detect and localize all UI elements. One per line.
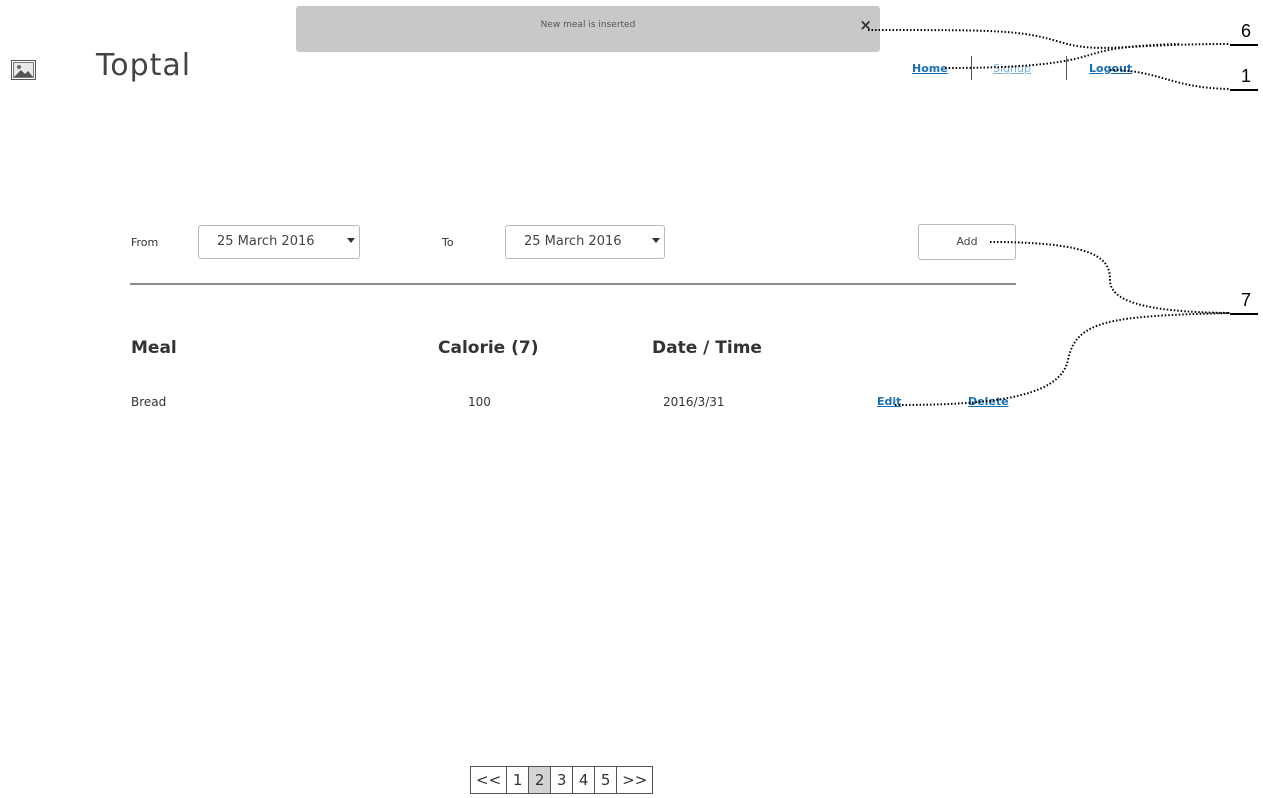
page-2[interactable]: 2 (529, 767, 552, 793)
callout-number: 7 (1241, 290, 1252, 310)
to-date-value: 25 March 2016 (524, 234, 622, 249)
callout-connector (867, 29, 1231, 49)
from-date-picker[interactable]: 25 March 2016 (198, 225, 360, 259)
callout-number: 1 (1241, 66, 1252, 86)
page-1[interactable]: 1 (507, 767, 530, 793)
callout-underline (1230, 89, 1258, 91)
page-5[interactable]: 5 (595, 767, 618, 793)
cell-meal: Bread (131, 395, 167, 409)
add-button[interactable]: Add (918, 224, 1016, 260)
to-label: To (442, 236, 454, 249)
annotation-overlay (867, 29, 1231, 406)
column-header-meal: Meal (131, 338, 177, 358)
page-prev[interactable]: << (471, 767, 508, 793)
column-header-datetime: Date / Time (652, 338, 762, 358)
nav-signup-link[interactable]: Signup (993, 62, 1031, 75)
from-date-value: 25 March 2016 (217, 234, 315, 249)
callout-underline (1230, 313, 1258, 315)
from-label: From (131, 236, 159, 249)
nav-home-link[interactable]: Home (912, 62, 948, 75)
close-icon[interactable]: × (859, 18, 872, 33)
page-3[interactable]: 3 (551, 767, 574, 793)
image-placeholder-icon (11, 60, 36, 80)
cell-datetime: 2016/3/31 (663, 395, 725, 409)
pagination: << 1 2 3 4 5 >> (470, 766, 654, 794)
page-next[interactable]: >> (617, 767, 652, 793)
callout-number: 6 (1241, 21, 1252, 41)
callout-connector (894, 312, 1231, 406)
nav-separator (971, 56, 972, 80)
chevron-down-icon (652, 238, 660, 243)
notification-text: New meal is inserted (540, 20, 636, 30)
nav-logout-link[interactable]: Logout (1089, 62, 1132, 75)
edit-link[interactable]: Edit (877, 395, 901, 408)
chevron-down-icon (347, 238, 355, 243)
callout-connector (989, 241, 1231, 314)
divider (130, 283, 1016, 285)
notification-toast: New meal is inserted × (296, 6, 880, 52)
callout-underline (1230, 44, 1258, 46)
page-4[interactable]: 4 (573, 767, 596, 793)
delete-link[interactable]: Delete (968, 395, 1009, 408)
cell-calorie: 100 (468, 395, 491, 409)
nav-separator (1066, 56, 1067, 80)
callout-connector (944, 43, 1181, 69)
to-date-picker[interactable]: 25 March 2016 (505, 225, 665, 259)
app-title: Toptal (96, 48, 192, 83)
column-header-calorie: Calorie (7) (438, 338, 539, 358)
